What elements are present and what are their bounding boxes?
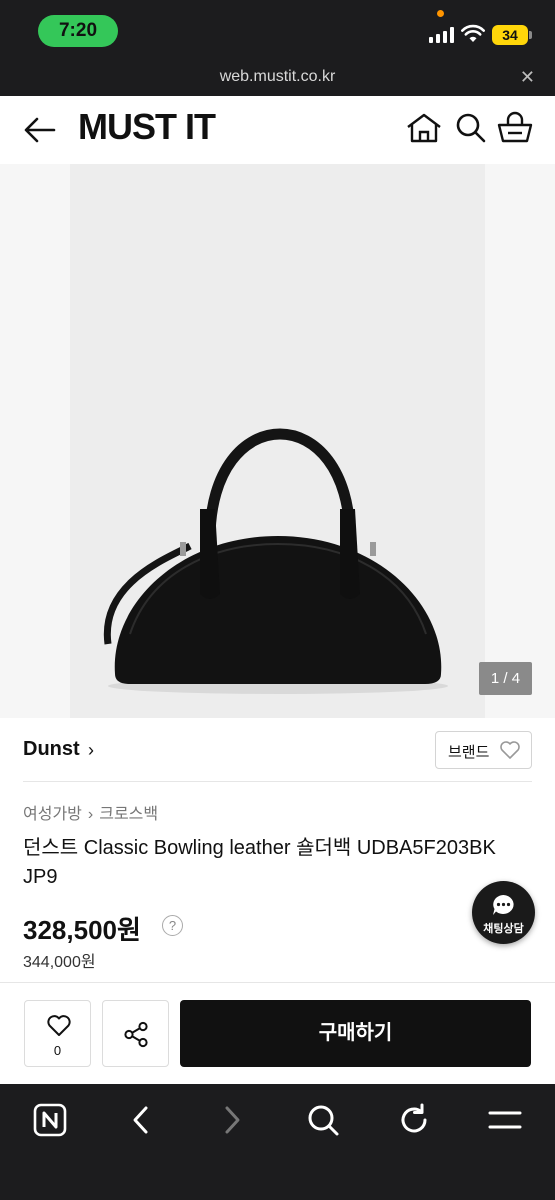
brand-button-label: 브랜드: [448, 744, 490, 761]
home-icon[interactable]: [405, 111, 443, 145]
brand-like-button[interactable]: 브랜드: [435, 731, 532, 769]
brand-row: Dunst › 브랜드: [0, 718, 555, 782]
sale-price: 328,500원: [23, 915, 141, 945]
mic-indicator-dot: [437, 10, 444, 17]
divider: [23, 781, 532, 782]
buy-button[interactable]: 구매하기: [180, 1000, 531, 1067]
wishlist-count: 0: [53, 1043, 62, 1058]
chat-consult-button[interactable]: 채팅상담: [472, 881, 535, 944]
site-logo[interactable]: MUST IT: [78, 106, 216, 148]
price-help-icon[interactable]: ?: [162, 915, 183, 936]
status-time: 7:20: [38, 15, 118, 47]
battery-tip: [529, 31, 532, 39]
breadcrumb: 여성가방 › 크로스백: [23, 800, 158, 824]
product-title: 던스트 Classic Bowling leather 숄더백 UDBA5F20…: [23, 837, 496, 888]
status-bar: 7:20 34: [0, 0, 555, 62]
breadcrumb-item-womens-bags[interactable]: 여성가방: [23, 806, 82, 823]
heart-icon: [500, 741, 520, 759]
naver-icon[interactable]: [30, 1100, 70, 1140]
battery-icon: 34: [492, 25, 528, 45]
bowling-bag-image: [103, 428, 448, 694]
reload-icon[interactable]: [394, 1100, 434, 1140]
wifi-icon: [461, 24, 485, 42]
product-image[interactable]: [70, 164, 485, 718]
browser-toolbar: [0, 1084, 555, 1200]
breadcrumb-item-crossbody[interactable]: 크로스백: [99, 806, 158, 823]
brand-link[interactable]: Dunst: [23, 738, 80, 761]
purchase-action-bar: 0 구매하기: [0, 982, 555, 1084]
product-gallery[interactable]: 1 / 4: [0, 164, 555, 718]
chevron-right-icon[interactable]: ›: [88, 740, 94, 761]
heart-icon: [47, 1015, 71, 1036]
breadcrumb-separator: ›: [87, 806, 94, 823]
wishlist-button[interactable]: 0: [24, 1000, 91, 1067]
original-price: 344,000원: [23, 954, 96, 971]
share-button[interactable]: [102, 1000, 169, 1067]
signal-icon: [429, 27, 455, 43]
image-counter: 1 / 4: [479, 662, 532, 695]
menu-icon[interactable]: [485, 1100, 525, 1140]
url-text[interactable]: web.mustit.co.kr: [0, 68, 555, 86]
search-icon[interactable]: [303, 1100, 343, 1140]
chat-label: 채팅상담: [483, 923, 524, 935]
close-icon[interactable]: ✕: [520, 67, 535, 88]
search-icon[interactable]: [452, 111, 490, 145]
back-arrow-icon[interactable]: [22, 114, 58, 146]
url-bar[interactable]: web.mustit.co.kr ✕: [0, 62, 555, 96]
cart-icon[interactable]: [496, 111, 534, 145]
share-icon: [124, 1021, 148, 1048]
chat-bubble-icon: [493, 895, 514, 915]
forward-icon[interactable]: [212, 1100, 252, 1140]
site-header: MUST IT: [0, 96, 555, 164]
back-icon[interactable]: [121, 1100, 161, 1140]
